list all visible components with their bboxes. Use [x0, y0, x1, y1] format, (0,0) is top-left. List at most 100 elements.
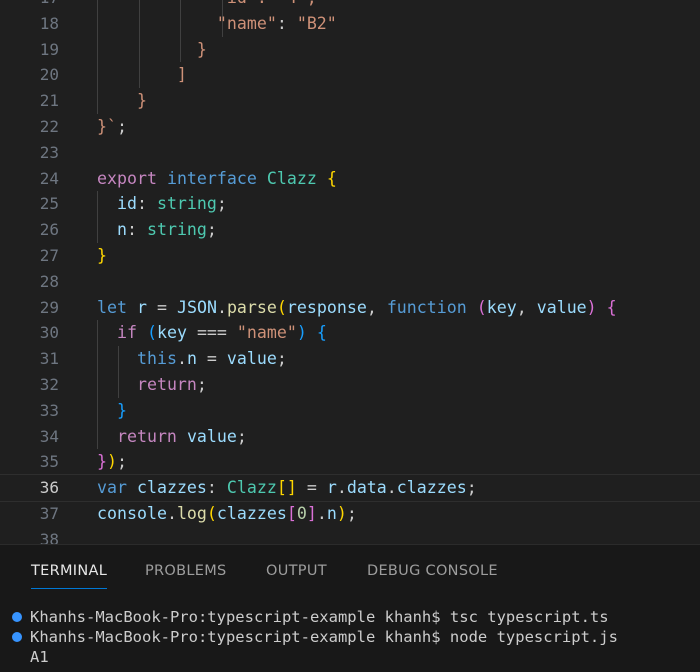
code-token: {	[326, 168, 337, 188]
code-line[interactable]: 30 if (key === "name") {	[0, 320, 700, 347]
code-token: 0	[296, 503, 307, 523]
code-token: Clazz	[226, 478, 277, 498]
code-token: .	[336, 478, 347, 498]
code-token: string	[146, 220, 207, 240]
code-token: key	[486, 297, 517, 317]
terminal-line-text: Khanhs-MacBook-Pro:typescript-example kh…	[30, 628, 618, 646]
code-line[interactable]: 23	[0, 140, 700, 166]
code-line[interactable]: 26 n: string;	[0, 217, 700, 243]
code-token: parse	[226, 297, 277, 317]
code-token: ;	[466, 478, 477, 498]
code-token: ,	[516, 297, 537, 317]
code-line[interactable]: 33 }	[0, 397, 700, 424]
line-number: 17	[0, 0, 59, 11]
code-token: )	[336, 503, 347, 523]
terminal-line-text: Khanhs-MacBook-Pro:typescript-example kh…	[30, 608, 609, 626]
code-token: )	[107, 452, 117, 472]
code-line[interactable]: 31 this.n = value;	[0, 346, 700, 372]
code-token: response	[286, 297, 367, 317]
code-line[interactable]: 27}	[0, 243, 700, 269]
code-line[interactable]: 37 console.log(clazzes[0].n);	[0, 501, 700, 527]
code-line[interactable]: 17 "id": "4",	[0, 0, 700, 11]
code-token: }`	[97, 116, 117, 136]
code-token: return	[136, 374, 197, 394]
code-text: n: string;	[97, 217, 217, 243]
code-line[interactable]: 36 var clazzes: Clazz[] = r.data.clazzes;	[0, 474, 700, 502]
code-token: .	[316, 503, 327, 523]
line-number: 27	[39, 245, 59, 265]
tab-output[interactable]: OUTPUT	[266, 561, 327, 581]
code-line[interactable]: 25 id: string;	[0, 191, 700, 218]
code-token: this	[136, 349, 177, 369]
code-token: (	[276, 297, 287, 317]
code-line[interactable]: 21 }	[0, 88, 700, 114]
code-token: ;	[116, 116, 127, 136]
code-token: =	[196, 349, 227, 369]
code-token: n	[326, 503, 337, 523]
code-token: data	[346, 478, 387, 498]
code-token: value	[226, 349, 277, 369]
code-token: [	[286, 503, 297, 523]
code-token: var	[97, 478, 127, 498]
code-text: }`;	[97, 114, 127, 140]
code-token: }	[97, 452, 107, 472]
code-token: :	[276, 13, 297, 33]
code-token: clazzes	[216, 503, 287, 523]
code-token: if	[116, 323, 137, 343]
code-token: id	[116, 194, 137, 214]
line-number: 38	[39, 529, 59, 544]
tab-debug-console[interactable]: DEBUG CONSOLE	[367, 561, 498, 581]
line-number: 20	[39, 65, 59, 85]
tab-problems[interactable]: PROBLEMS	[145, 561, 227, 581]
line-number: 36	[39, 478, 59, 498]
code-token: ;	[196, 374, 207, 394]
terminal-line: A1	[0, 647, 700, 667]
code-line[interactable]: 34 return value;	[0, 423, 700, 450]
code-token: ]	[306, 503, 317, 523]
terminal-line-text: A1	[30, 648, 49, 666]
code-line[interactable]: 35});	[0, 449, 700, 475]
terminal-output[interactable]: Khanhs-MacBook-Pro:typescript-example kh…	[0, 607, 700, 667]
line-number: 33	[39, 400, 59, 420]
code-line[interactable]: 20 ]	[0, 62, 700, 89]
code-line[interactable]: 29 let r = JSON.parse(response, function …	[0, 295, 700, 321]
code-token: )	[586, 297, 597, 317]
tab-terminal[interactable]: TERMINAL	[31, 561, 108, 589]
command-status-dot-icon[interactable]	[12, 612, 22, 622]
command-status-dot-icon[interactable]	[12, 632, 22, 642]
line-number: 18	[39, 13, 59, 33]
code-token: return	[116, 426, 177, 446]
code-line[interactable]: 19 }	[0, 36, 700, 63]
code-line[interactable]: 38	[0, 527, 700, 544]
code-token: n	[116, 220, 127, 240]
terminal-line: Khanhs-MacBook-Pro:typescript-example kh…	[0, 627, 700, 647]
code-line[interactable]: 18 "name": "B2"	[0, 10, 700, 37]
code-line[interactable]: 24 export interface Clazz {	[0, 166, 700, 192]
code-text: id: string;	[97, 191, 227, 217]
code-token: ;	[346, 503, 357, 523]
code-text: return;	[97, 372, 207, 398]
code-token: .	[166, 503, 177, 523]
line-number: 28	[39, 271, 59, 291]
terminal-line: Khanhs-MacBook-Pro:typescript-example kh…	[0, 607, 700, 627]
code-line[interactable]: 22}`;	[0, 114, 700, 140]
code-token: }	[97, 39, 207, 59]
code-line[interactable]: 28	[0, 269, 700, 295]
line-number: 31	[39, 349, 59, 369]
line-number: 32	[39, 374, 59, 394]
code-line[interactable]: 32 return;	[0, 371, 700, 398]
line-number: 21	[39, 91, 59, 111]
code-token: ;	[117, 452, 127, 472]
code-editor[interactable]: 17 "id": "4",18 "name": "B2"19 }20 ]21 }…	[0, 0, 700, 544]
code-text: }	[97, 37, 207, 63]
code-token: :	[206, 478, 227, 498]
code-token: r	[326, 478, 337, 498]
